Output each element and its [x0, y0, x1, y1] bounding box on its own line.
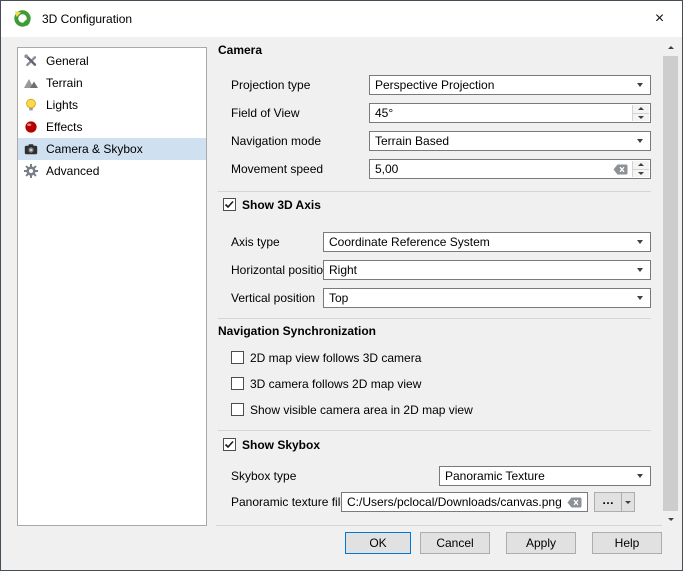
- projection-type-value: Perspective Projection: [375, 78, 494, 92]
- movement-speed-spinbox[interactable]: 5,00: [369, 159, 651, 179]
- skybox-type-combo[interactable]: Panoramic Texture: [439, 466, 651, 486]
- sidebar-item-general[interactable]: General: [18, 50, 206, 72]
- vertical-position-combo[interactable]: Top: [323, 288, 651, 308]
- sidebar-item-terrain[interactable]: Terrain: [18, 72, 206, 94]
- skybox-type-label: Skybox type: [231, 469, 296, 483]
- vertical-scrollbar[interactable]: [662, 39, 679, 528]
- axis-type-combo[interactable]: Coordinate Reference System: [323, 232, 651, 252]
- projection-type-combo[interactable]: Perspective Projection: [369, 75, 651, 95]
- separator: [218, 191, 651, 192]
- 3d-follows-2d-checkbox[interactable]: [231, 377, 244, 390]
- separator: [216, 525, 678, 526]
- clear-value-icon[interactable]: [567, 497, 582, 508]
- 2d-follows-3d-checkbox[interactable]: [231, 351, 244, 364]
- titlebar[interactable]: 3D Configuration ×: [1, 1, 682, 37]
- separator: [218, 318, 651, 319]
- qgis-logo-icon: [14, 10, 32, 28]
- chevron-down-icon: [630, 234, 649, 250]
- scroll-up-icon[interactable]: [662, 39, 679, 56]
- sidebar-item-label: General: [46, 54, 89, 68]
- help-button[interactable]: Help: [592, 532, 662, 554]
- camera-group-heading: Camera: [218, 43, 262, 57]
- show-camera-area-label[interactable]: Show visible camera area in 2D map view: [250, 403, 473, 417]
- sidebar-item-advanced[interactable]: Advanced: [18, 160, 206, 182]
- horizontal-position-label: Horizontal position: [231, 263, 330, 277]
- show-skybox-checkbox[interactable]: [223, 438, 236, 451]
- 3d-follows-2d-label[interactable]: 3D camera follows 2D map view: [250, 377, 421, 391]
- window-title: 3D Configuration: [42, 12, 132, 26]
- chevron-down-icon: [630, 77, 649, 93]
- chevron-down-icon: [630, 262, 649, 278]
- terrain-icon: [23, 75, 39, 91]
- movement-speed-value: 5,00: [375, 162, 398, 176]
- navigation-mode-label: Navigation mode: [231, 134, 321, 148]
- browse-file-button[interactable]: …: [595, 493, 621, 511]
- sidebar-item-label: Camera & Skybox: [46, 142, 143, 156]
- spin-up-button[interactable]: [633, 161, 649, 170]
- gear-icon: [23, 163, 39, 179]
- sidebar-item-label: Lights: [46, 98, 78, 112]
- skybox-type-value: Panoramic Texture: [445, 469, 545, 483]
- spin-down-button[interactable]: [633, 114, 649, 122]
- axis-type-label: Axis type: [231, 235, 280, 249]
- sidebar-item-label: Effects: [46, 120, 82, 134]
- effects-sphere-icon: [23, 119, 39, 135]
- sidebar-item-label: Terrain: [46, 76, 83, 90]
- field-of-view-label: Field of View: [231, 106, 299, 120]
- lightbulb-icon: [23, 97, 39, 113]
- spin-down-button[interactable]: [633, 170, 649, 178]
- sidebar-item-effects[interactable]: Effects: [18, 116, 206, 138]
- cancel-button[interactable]: Cancel: [420, 532, 490, 554]
- close-button[interactable]: ×: [637, 1, 682, 36]
- separator: [218, 430, 651, 431]
- panoramic-texture-file-input[interactable]: C:/Users/pclocal/Downloads/canvas.png: [341, 492, 588, 512]
- spin-buttons: [632, 105, 649, 121]
- show-camera-area-checkbox[interactable]: [231, 403, 244, 416]
- horizontal-position-combo[interactable]: Right: [323, 260, 651, 280]
- scroll-down-icon[interactable]: [662, 511, 679, 528]
- panoramic-texture-file-value: C:/Users/pclocal/Downloads/canvas.png: [347, 495, 562, 509]
- movement-speed-label: Movement speed: [231, 162, 323, 176]
- chevron-down-icon: [630, 468, 649, 484]
- 3d-configuration-dialog: 3D Configuration × General Terrain: [0, 0, 683, 571]
- clear-value-icon[interactable]: [613, 164, 628, 175]
- axis-type-value: Coordinate Reference System: [329, 235, 490, 249]
- show-skybox-label[interactable]: Show Skybox: [242, 438, 320, 452]
- show-3d-axis-label[interactable]: Show 3D Axis: [242, 198, 321, 212]
- show-3d-axis-checkbox[interactable]: [223, 198, 236, 211]
- browse-file-split-button: …: [594, 492, 635, 512]
- sidebar-item-lights[interactable]: Lights: [18, 94, 206, 116]
- navigation-sync-heading: Navigation Synchronization: [218, 324, 376, 338]
- chevron-down-icon: [630, 133, 649, 149]
- field-of-view-spinbox[interactable]: 45°: [369, 103, 651, 123]
- 2d-follows-3d-label[interactable]: 2D map view follows 3D camera: [250, 351, 421, 365]
- vertical-position-label: Vertical position: [231, 291, 315, 305]
- settings-category-list: General Terrain Lights: [17, 47, 207, 526]
- navigation-mode-value: Terrain Based: [375, 134, 449, 148]
- sidebar-item-camera-skybox[interactable]: Camera & Skybox: [18, 138, 206, 160]
- chevron-down-icon[interactable]: [621, 493, 634, 511]
- ok-button[interactable]: OK: [345, 532, 411, 554]
- camera-icon: [23, 141, 39, 157]
- spin-buttons: [632, 161, 649, 177]
- horizontal-position-value: Right: [329, 263, 357, 277]
- spin-up-button[interactable]: [633, 105, 649, 114]
- scrollbar-thumb[interactable]: [663, 56, 678, 511]
- navigation-mode-combo[interactable]: Terrain Based: [369, 131, 651, 151]
- projection-type-label: Projection type: [231, 78, 310, 92]
- sidebar-item-label: Advanced: [46, 164, 99, 178]
- vertical-position-value: Top: [329, 291, 348, 305]
- field-of-view-value: 45°: [375, 106, 393, 120]
- apply-button[interactable]: Apply: [506, 532, 576, 554]
- chevron-down-icon: [630, 290, 649, 306]
- panoramic-texture-file-label: Panoramic texture file: [231, 495, 347, 509]
- tools-icon: [23, 53, 39, 69]
